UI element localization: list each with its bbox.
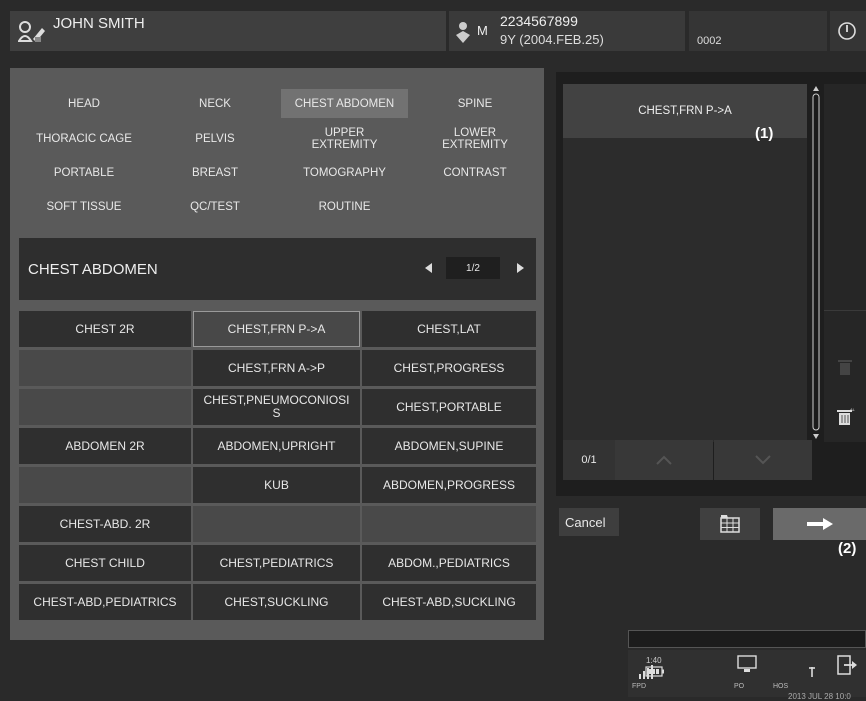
page-prev-icon[interactable] (421, 260, 437, 276)
accession-box: 0002 (689, 11, 827, 51)
exam-chest-2r[interactable]: CHEST 2R (19, 311, 191, 347)
exam-kub[interactable]: KUB (193, 467, 360, 503)
category-neck[interactable]: NECK (151, 89, 279, 118)
po-label: PO (734, 683, 745, 690)
exam-chest-frn-a-p[interactable]: CHEST,FRN A->P (193, 350, 360, 386)
monitor-icon (737, 655, 757, 672)
category-upper-extremity[interactable]: UPPER EXTREMITY (281, 124, 408, 153)
worklist-button[interactable] (700, 508, 760, 540)
category-pelvis[interactable]: PELVIS (151, 124, 279, 153)
exam-chest-child[interactable]: CHEST CHILD (19, 545, 191, 581)
patient-info-bar: JOHN SMITH (10, 11, 446, 51)
category-head[interactable]: HEAD (19, 89, 149, 118)
status-bar: 1:40 FPD PO HOS 2013 JUL 28 10:0 (628, 650, 866, 701)
exam-abdomen-supine[interactable]: ABDOMEN,SUPINE (362, 428, 536, 464)
hos-label: HOS (773, 683, 789, 690)
category-contrast[interactable]: CONTRAST (410, 158, 540, 187)
exam-chest-lat[interactable]: CHEST,LAT (362, 311, 536, 347)
cancel-button[interactable]: Cancel (559, 508, 619, 536)
category-routine[interactable]: ROUTINE (281, 192, 408, 221)
accession-code: 0002 (697, 35, 722, 47)
exam-chest-frn-p-a[interactable]: CHEST,FRN P->A (193, 311, 360, 347)
category-empty (410, 192, 540, 221)
exam-chest-portable[interactable]: CHEST,PORTABLE (362, 389, 536, 425)
exam-empty (19, 389, 191, 425)
delete-disabled-icon (838, 360, 852, 375)
chevron-up-icon (656, 455, 672, 465)
exam-empty (193, 506, 360, 542)
exam-chest-pneumoconiosis[interactable]: CHEST,PNEUMOCONIOSI S (193, 389, 360, 425)
next-button[interactable] (773, 508, 866, 540)
message-line (628, 630, 866, 648)
patient-id: 2234567899 (500, 13, 578, 29)
category-lower-extremity[interactable]: LOWER EXTREMITY (410, 124, 540, 153)
exam-abdomen-progress[interactable]: ABDOMEN,PROGRESS (362, 467, 536, 503)
power-button[interactable] (830, 11, 866, 51)
exam-abdom-pediatrics[interactable]: ABDOM.,PEDIATRICS (362, 545, 536, 581)
exam-abdomen-upright[interactable]: ABDOMEN,UPRIGHT (193, 428, 360, 464)
patient-name: JOHN SMITH (53, 15, 145, 32)
fpd-label: FPD (632, 683, 646, 690)
exam-chest-suckling[interactable]: CHEST,SUCKLING (193, 584, 360, 620)
exam-empty (19, 467, 191, 503)
delete-all-icon[interactable]: ALL (835, 406, 855, 426)
exam-empty (19, 350, 191, 386)
selection-count: 0/1 (563, 440, 615, 480)
table-grid-icon (720, 515, 740, 533)
move-down-button[interactable] (714, 440, 812, 480)
svg-text:ALL: ALL (850, 407, 855, 412)
side-separator (824, 310, 866, 311)
move-up-button[interactable] (615, 440, 713, 480)
battery-icon (645, 666, 664, 677)
category-title: CHEST ABDOMEN (28, 261, 158, 278)
exam-chest-abd-2r[interactable]: CHEST-ABD. 2R (19, 506, 191, 542)
category-portable[interactable]: PORTABLE (19, 158, 149, 187)
sex-mark-icon: M (456, 22, 488, 43)
category-breast[interactable]: BREAST (151, 158, 279, 187)
callout-label-2: (2) (838, 540, 857, 557)
exam-empty (362, 506, 536, 542)
power-icon (838, 22, 856, 40)
exam-chest-abd-suckling[interactable]: CHEST-ABD,SUCKLING (362, 584, 536, 620)
sex-mark-text: M (477, 23, 488, 38)
patient-age-birth: 9Y (2004.FEB.25) (500, 32, 604, 47)
category-thoracic-cage[interactable]: THORACIC CAGE (19, 124, 149, 153)
exam-chest-progress[interactable]: CHEST,PROGRESS (362, 350, 536, 386)
list-scrollbar[interactable] (810, 84, 822, 442)
arrow-right-icon (806, 518, 833, 530)
patient-id-bar: M 2234567899 9Y (2004.FEB.25) (449, 11, 685, 51)
exam-chest-abd-pediatrics[interactable]: CHEST-ABD,PEDIATRICS (19, 584, 191, 620)
category-title-bar: CHEST ABDOMEN 1/2 (19, 238, 536, 300)
category-qc-test[interactable]: QC/TEST (151, 192, 279, 221)
patient-edit-icon[interactable] (18, 19, 46, 45)
logout-icon[interactable] (836, 654, 858, 676)
page-indicator: 1/2 (446, 257, 500, 279)
category-soft-tissue[interactable]: SOFT TISSUE (19, 192, 149, 221)
callout-label-1: (1) (755, 125, 774, 142)
antenna-icon (809, 667, 815, 677)
list-side-tools: ALL (824, 84, 866, 442)
battery-time: 1:40 (646, 656, 662, 665)
exam-chest-pediatrics[interactable]: CHEST,PEDIATRICS (193, 545, 360, 581)
exam-abdomen-2r[interactable]: ABDOMEN 2R (19, 428, 191, 464)
selected-exams-panel: CHEST,FRN P->A (1) ALL 0/1 (556, 72, 866, 496)
category-chest-abdomen[interactable]: CHEST ABDOMEN (281, 89, 408, 118)
category-spine[interactable]: SPINE (410, 89, 540, 118)
category-tomography[interactable]: TOMOGRAPHY (281, 158, 408, 187)
page-next-icon[interactable] (512, 260, 528, 276)
chevron-down-icon (755, 455, 771, 465)
